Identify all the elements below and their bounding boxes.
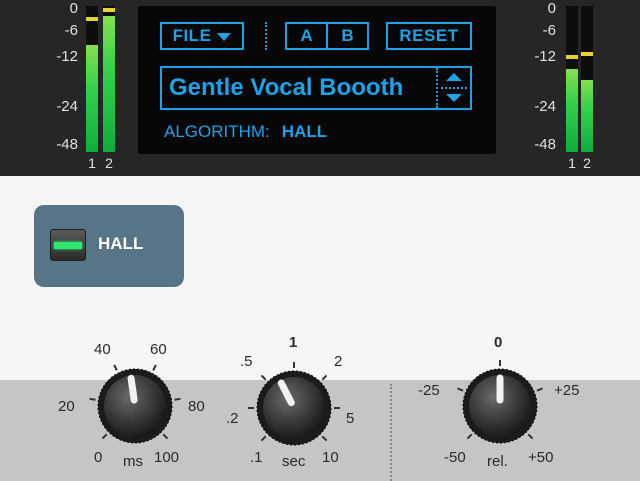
predelay-tick-label: 80: [188, 398, 205, 415]
level-tick-label: -25: [418, 382, 440, 399]
decay-tick-label: 10: [322, 449, 339, 466]
level-tick-label: +50: [528, 449, 554, 466]
decay-tick-label: .5: [240, 353, 253, 370]
predelay-tick-label: 0: [94, 449, 103, 466]
knob-scale-tick: [260, 374, 267, 381]
knob-scale-tick: [466, 433, 473, 440]
knob-scale-tick: [174, 397, 181, 401]
knob-scale-tick: [321, 374, 328, 381]
knob-graphics: [89, 360, 543, 446]
level-knob[interactable]: [457, 360, 543, 444]
decay-knob[interactable]: [248, 362, 340, 446]
predelay-unit: ms: [123, 453, 143, 470]
predelay-knob[interactable]: [89, 364, 181, 444]
predelay-tick-label: 60: [150, 341, 167, 358]
knob-scale-tick: [101, 433, 108, 440]
knob-scale-tick: [536, 387, 543, 392]
decay-tick-label: .2: [226, 410, 239, 427]
decay-tick-label: 5: [346, 410, 355, 427]
knob-scale-tick: [260, 435, 267, 442]
knob-cap: [263, 377, 325, 439]
knob-scale-tick: [457, 387, 464, 392]
decay-tick-label: 1: [289, 334, 298, 351]
decay-tick-label: 2: [334, 353, 343, 370]
decay-unit: sec: [282, 453, 306, 470]
decay-tick-label: .1: [250, 449, 263, 466]
knob-scale-tick: [321, 435, 328, 442]
predelay-tick-label: 40: [94, 341, 111, 358]
level-tick-label: +25: [554, 382, 580, 399]
knob-scale-tick: [89, 397, 96, 401]
knob-pointer: [127, 374, 138, 404]
knob-scale-tick: [162, 433, 169, 440]
knob-scale-tick: [527, 433, 534, 440]
level-unit: rel.: [487, 453, 508, 470]
predelay-tick-label: 20: [58, 398, 75, 415]
knob-scale-tick: [113, 364, 118, 371]
level-tick-label: 0: [494, 334, 503, 351]
level-tick-label: -50: [444, 449, 466, 466]
knob-scale-tick: [152, 364, 157, 371]
predelay-tick-label: 100: [154, 449, 180, 466]
